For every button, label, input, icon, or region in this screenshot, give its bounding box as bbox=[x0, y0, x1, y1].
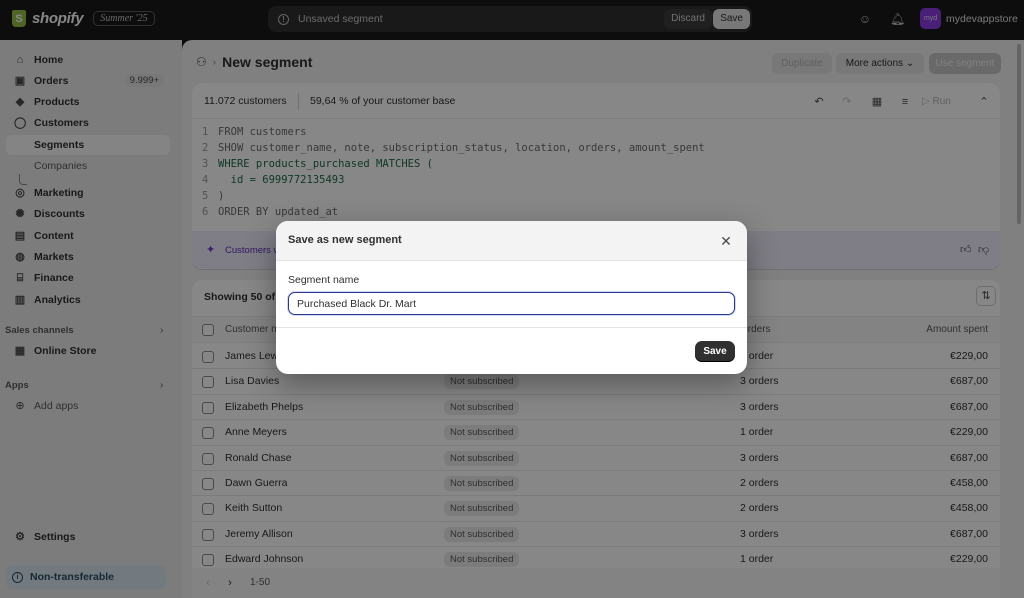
close-icon[interactable]: ✕ bbox=[717, 232, 735, 250]
dialog-title: Save as new segment bbox=[288, 234, 402, 246]
divider bbox=[276, 327, 747, 328]
dialog-header: Save as new segment ✕ bbox=[276, 221, 747, 261]
segment-name-input[interactable] bbox=[288, 292, 735, 315]
save-segment-dialog: Save as new segment ✕ Segment name Save bbox=[276, 221, 747, 374]
dialog-save-button[interactable]: Save bbox=[695, 341, 735, 362]
segment-name-label: Segment name bbox=[288, 274, 360, 286]
